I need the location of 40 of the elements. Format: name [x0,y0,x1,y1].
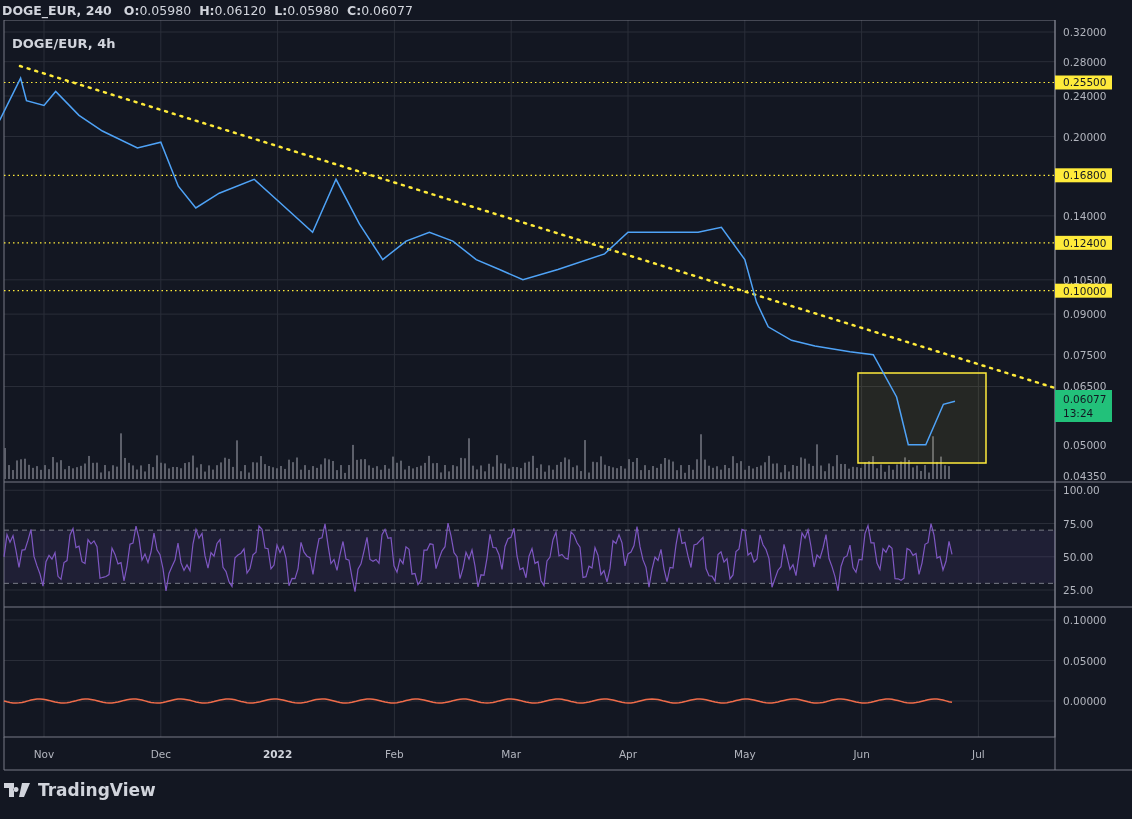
price-axis-label: 0.04350 [1063,469,1107,482]
price-level-tag: 0.25500 [1055,75,1112,90]
price-level-tag: 0.12400 [1055,235,1112,250]
last-price-tag: 0.06077 13:24 [1055,390,1112,422]
price-axis-label: 0.07500 [1063,348,1107,361]
time-axis-label: Dec [150,748,171,760]
rsi-axis-label: 75.00 [1063,517,1094,530]
ohlc-value: C:0.06077 [346,2,413,18]
price-axis-label: 0.24000 [1063,90,1107,102]
time-axis-label: Feb [385,748,404,760]
time-axis-label: Mar [501,748,522,760]
macd-axis-label: 0.00000 [1063,695,1107,707]
price-axis-label: 0.14000 [1063,209,1107,222]
price-axis-label: 0.10500 [1063,273,1107,286]
price-level-tag: 0.10000 [1055,283,1112,298]
ohlc-value: O:0.05980 [123,2,192,18]
symbol-title: DOGE_EUR, 240 [2,2,112,18]
price-axis-label: 0.28000 [1063,55,1107,68]
time-axis-label: 2022 [263,748,293,760]
time-axis-label: Nov [33,748,55,760]
time-axis-label: Jul [972,748,985,760]
logo-icon [4,783,32,797]
price-axis-label: 0.20000 [1063,130,1107,143]
time-axis-label: May [733,748,756,760]
macd-axis-label: 0.10000 [1063,614,1107,626]
time-axis-label: Apr [618,748,638,760]
price-axis-label: 0.09000 [1063,308,1107,321]
price-level-tag: 0.16800 [1055,168,1112,183]
logo-text: TradingView [38,780,156,800]
time-axis-label: Jun [853,748,870,760]
price-axis-label: 0.32000 [1063,26,1107,38]
ohlc-value: L:0.05980 [274,2,339,18]
rsi-axis-label: 50.00 [1063,550,1094,563]
ohlc-value: H:0.06120 [199,2,267,18]
rsi-axis-label: 100.00 [1063,484,1100,497]
rsi-axis-label: 25.00 [1063,584,1094,596]
price-axis-label: 0.05000 [1063,438,1107,451]
price-axis-label: 0.06500 [1063,380,1107,393]
macd-axis-label: 0.05000 [1063,654,1107,667]
chart-legend: DOGE/EUR, 4h [12,36,116,51]
